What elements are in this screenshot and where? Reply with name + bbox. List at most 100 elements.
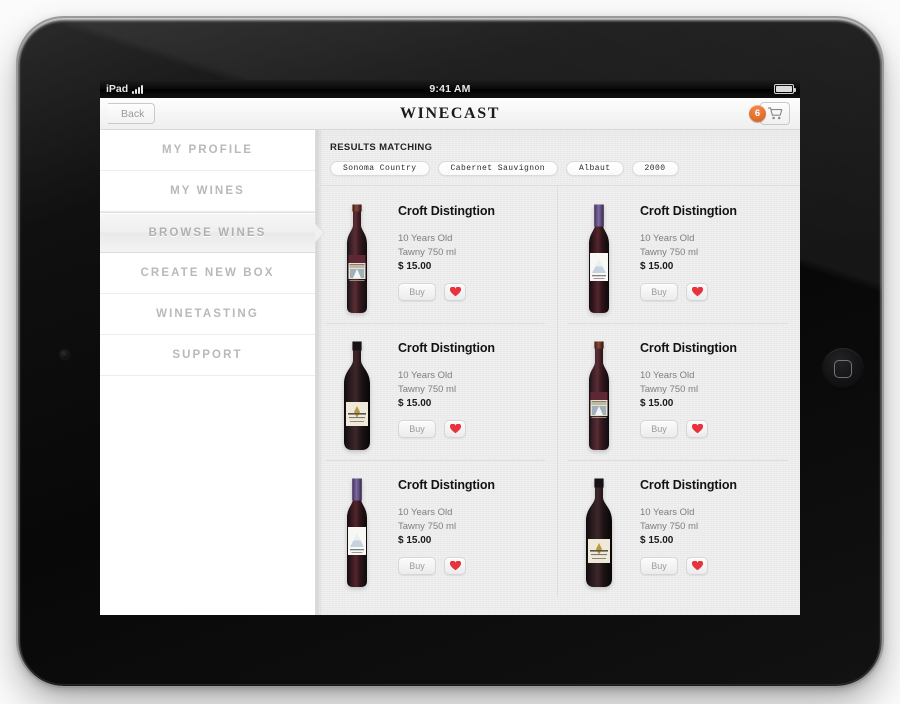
wine-age: 10 Years Old [640, 507, 695, 519]
wine-card-actions: Buy [398, 282, 495, 301]
sidebar-item-winetasting[interactable]: WINETASTING [100, 294, 315, 335]
buy-button[interactable]: Buy [398, 556, 436, 575]
sidebar-item-support[interactable]: SUPPORT [100, 335, 315, 376]
wine-card-info: Croft Distingtion 10 Years Old Tawny 750… [398, 204, 495, 305]
wine-age: 10 Years Old [640, 233, 695, 245]
filter-tag-region[interactable]: Sonoma Country [330, 161, 430, 176]
wine-price: $ 15.00 [398, 397, 432, 409]
sidebar-item-my-profile[interactable]: MY PROFILE [100, 130, 315, 171]
wine-name: Croft Distingtion [640, 341, 737, 356]
favorite-button[interactable] [444, 282, 466, 301]
wine-card[interactable]: Croft Distingtion 10 Years Old Tawny 750… [316, 460, 558, 597]
cart-badge: 6 [749, 105, 766, 122]
status-bar-clock: 9:41 AM [429, 83, 471, 95]
wine-variety: Tawny 750 ml [640, 247, 699, 258]
favorite-button[interactable] [686, 419, 708, 438]
wine-card-info: Croft Distingtion 10 Years Old Tawny 750… [640, 204, 737, 305]
app-body: MY PROFILE MY WINES BROWSE WINES CREATE … [100, 130, 800, 615]
buy-button[interactable]: Buy [640, 419, 678, 438]
wine-variety: Tawny 750 ml [640, 384, 699, 395]
sidebar-item-label: MY PROFILE [161, 144, 254, 156]
filter-tag-label: Sonoma Country [343, 164, 417, 173]
wine-card-info: Croft Distingtion 10 Years Old Tawny 750… [398, 341, 495, 442]
wine-card-actions: Buy [398, 556, 495, 575]
bottle-image-bordeaux-mountain-purple [326, 469, 388, 589]
heart-icon [691, 560, 703, 571]
sidebar-nav: MY PROFILE MY WINES BROWSE WINES CREATE … [100, 130, 316, 615]
buy-button[interactable]: Buy [640, 556, 678, 575]
sidebar-item-label: CREATE NEW BOX [140, 267, 275, 279]
wine-card-info: Croft Distingtion 10 Years Old Tawny 750… [640, 478, 737, 579]
bottle-image-burgundy-cream [568, 469, 630, 589]
wine-results-grid: Croft Distingtion 10 Years Old Tawny 750… [316, 185, 800, 597]
ipad-screen: iPad 9:41 AM Back WINECAST 6 MY PROFILE … [100, 80, 800, 615]
wine-card-actions: Buy [640, 419, 737, 438]
wine-price: $ 15.00 [640, 534, 674, 546]
heart-icon [449, 423, 461, 434]
results-matching-label: RESULTS MATCHING [330, 142, 433, 153]
status-bar: iPad 9:41 AM [100, 80, 800, 98]
cart-area: 6 [749, 102, 790, 125]
sidebar-item-label: MY WINES [170, 185, 245, 197]
wine-price: $ 15.00 [640, 260, 674, 272]
wine-price: $ 15.00 [640, 397, 674, 409]
favorite-button[interactable] [444, 419, 466, 438]
wine-variety: Tawny 750 ml [398, 521, 457, 532]
wine-age: 10 Years Old [398, 233, 453, 245]
wine-card-actions: Buy [640, 282, 737, 301]
buy-button[interactable]: Buy [398, 419, 436, 438]
navigation-bar: Back WINECAST 6 [100, 98, 800, 130]
wine-age: 10 Years Old [640, 370, 695, 382]
wine-card-actions: Buy [398, 419, 495, 438]
heart-icon [691, 423, 703, 434]
filter-tag-label: Albaut [579, 164, 611, 173]
wine-price: $ 15.00 [398, 260, 432, 272]
heart-icon [691, 286, 703, 297]
shopping-cart-icon [767, 107, 782, 120]
sidebar-item-browse-wines[interactable]: BROWSE WINES [100, 212, 315, 253]
wine-card[interactable]: Croft Distingtion 10 Years Old Tawny 750… [316, 186, 558, 323]
wine-card[interactable]: Croft Distingtion 10 Years Old Tawny 750… [558, 186, 800, 323]
wine-age: 10 Years Old [398, 370, 453, 382]
wine-card-info: Croft Distingtion 10 Years Old Tawny 750… [640, 341, 737, 442]
heart-icon [449, 286, 461, 297]
filter-tag-variety[interactable]: Cabernet Sauvignon [437, 161, 559, 176]
favorite-button[interactable] [444, 556, 466, 575]
sidebar-item-my-wines[interactable]: MY WINES [100, 171, 315, 212]
wine-card[interactable]: Croft Distingtion 10 Years Old Tawny 750… [316, 323, 558, 460]
battery-icon [774, 84, 796, 94]
wine-card-info: Croft Distingtion 10 Years Old Tawny 750… [398, 478, 495, 579]
buy-button[interactable]: Buy [398, 282, 436, 301]
wine-age: 10 Years Old [398, 507, 453, 519]
home-button[interactable] [822, 348, 864, 390]
bottle-image-bordeaux-sailboat [568, 332, 630, 452]
wine-name: Croft Distingtion [398, 341, 495, 356]
wine-card[interactable]: Croft Distingtion 10 Years Old Tawny 750… [558, 460, 800, 597]
filter-tag-label: Cabernet Sauvignon [450, 164, 546, 173]
favorite-button[interactable] [686, 556, 708, 575]
sidebar-item-create-new-box[interactable]: CREATE NEW BOX [100, 253, 315, 294]
heart-icon [449, 560, 461, 571]
wine-variety: Tawny 750 ml [640, 521, 699, 532]
filter-tag-label: 2000 [644, 164, 666, 173]
wine-name: Croft Distingtion [640, 478, 737, 493]
wine-name: Croft Distingtion [398, 478, 495, 493]
wine-card[interactable]: Croft Distingtion 10 Years Old Tawny 750… [558, 323, 800, 460]
bottle-image-bordeaux-mountain-purple [568, 195, 630, 315]
wine-card-actions: Buy [640, 556, 737, 575]
home-button-square-icon [834, 360, 852, 378]
sidebar-item-label: SUPPORT [172, 349, 243, 361]
wine-price: $ 15.00 [398, 534, 432, 546]
front-camera-icon [60, 350, 69, 359]
buy-button[interactable]: Buy [640, 282, 678, 301]
favorite-button[interactable] [686, 282, 708, 301]
filter-tag-list: Sonoma Country Cabernet Sauvignon Albaut… [316, 153, 800, 185]
page-title: WINECAST [400, 104, 500, 122]
sidebar-item-label: BROWSE WINES [148, 226, 267, 239]
filter-tag-vintage[interactable]: 2000 [631, 161, 679, 176]
wine-name: Croft Distingtion [640, 204, 737, 219]
bottle-image-burgundy-cream [326, 332, 388, 452]
wine-variety: Tawny 750 ml [398, 384, 457, 395]
wine-variety: Tawny 750 ml [398, 247, 457, 258]
filter-tag-producer[interactable]: Albaut [566, 161, 624, 176]
